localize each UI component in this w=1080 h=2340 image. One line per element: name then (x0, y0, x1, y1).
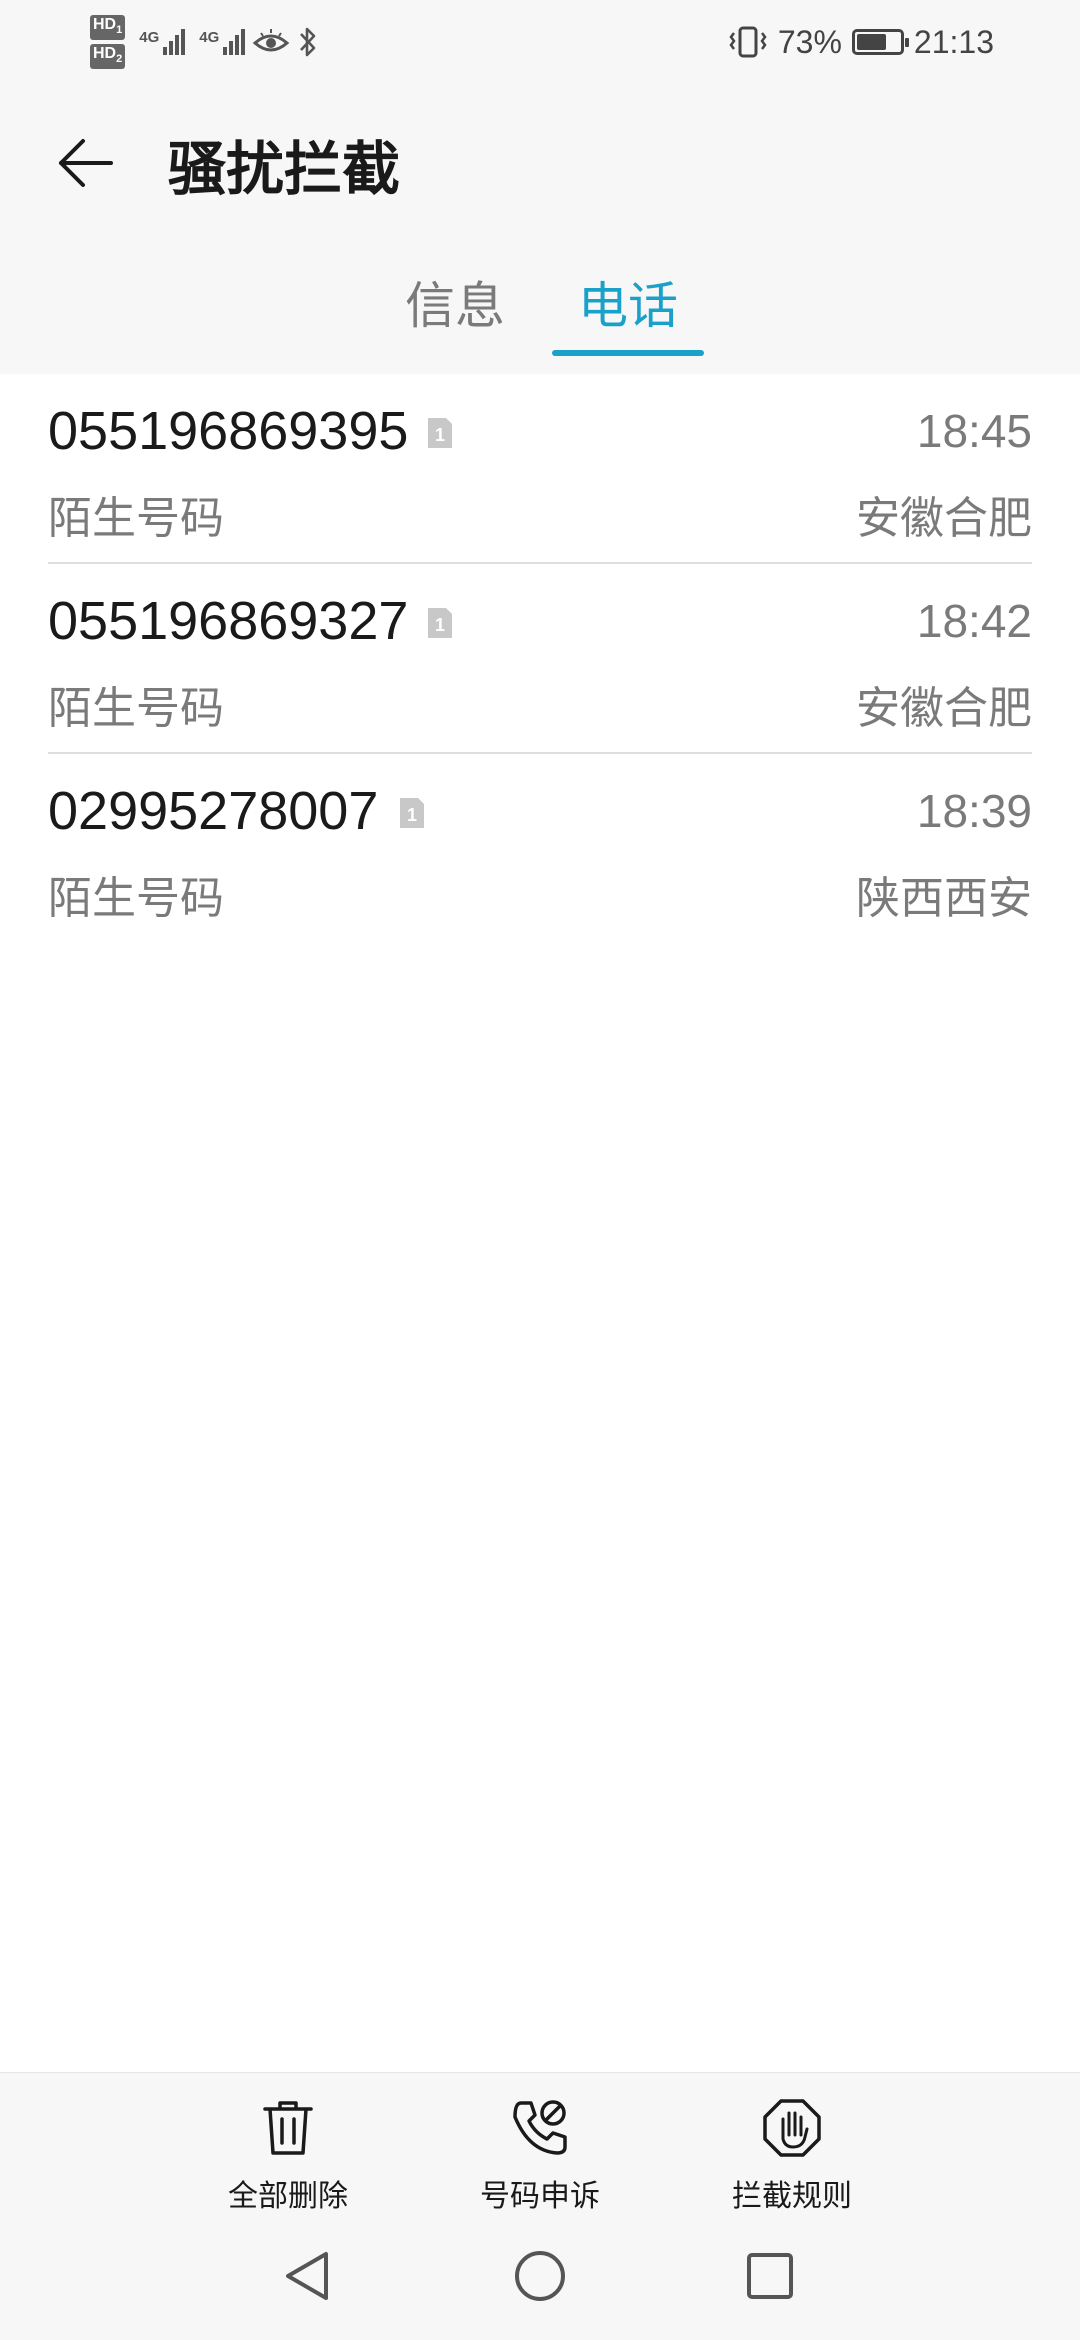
active-tab-indicator (552, 350, 704, 356)
clock: 21:13 (913, 23, 994, 60)
sim-number: 1 (435, 615, 445, 635)
signal-sim1-icon: 4G (139, 29, 186, 55)
caller-label: 陌生号码 (48, 683, 224, 734)
hd-sim1-icon: HD1 (90, 14, 126, 40)
tab-calls[interactable]: 电话 (552, 254, 704, 350)
status-bar: HD1 HD2 4G 4G 73% 21:13 (0, 0, 1080, 84)
nav-back-button[interactable] (272, 2240, 344, 2312)
caller-label: 陌生号码 (48, 493, 224, 544)
number-appeal-label: 号码申诉 (480, 2179, 600, 2214)
status-right: 73% 21:13 (728, 14, 994, 70)
nav-home-button[interactable] (504, 2240, 576, 2312)
square-recents-icon (747, 2253, 793, 2299)
page-title: 骚扰拦截 (168, 135, 401, 203)
call-item[interactable]: 02995278007 1 陌生号码 18:39 陕西西安 (0, 754, 1080, 944)
eye-comfort-icon (253, 29, 290, 52)
sim-card-icon: 1 (428, 608, 452, 638)
block-rules-button[interactable]: 拦截规则 (682, 2095, 902, 2215)
tab-messages[interactable]: 信息 (380, 254, 530, 350)
delete-all-button[interactable]: 全部删除 (178, 2095, 398, 2215)
caller-location: 安徽合肥 (856, 493, 1032, 544)
circle-home-icon (515, 2251, 565, 2301)
block-rules-label: 拦截规则 (732, 2179, 852, 2214)
caller-location: 安徽合肥 (856, 683, 1032, 734)
sim-card-icon: 1 (400, 798, 424, 828)
sim-number: 1 (435, 425, 445, 445)
system-nav-bar (0, 2212, 1080, 2340)
call-item[interactable]: 055196869327 1 陌生号码 18:42 安徽合肥 (0, 564, 1080, 754)
caller-label: 陌生号码 (48, 873, 224, 924)
bottom-toolbar: 全部删除 号码申诉 拦截规则 (0, 2072, 1080, 2215)
call-time: 18:42 (916, 595, 1032, 647)
number-appeal-button[interactable]: 号码申诉 (430, 2095, 650, 2215)
call-time: 18:45 (916, 405, 1032, 457)
phone-number: 02995278007 (48, 781, 379, 841)
call-item[interactable]: 055196869395 1 陌生号码 18:45 安徽合肥 (0, 374, 1080, 564)
triangle-back-icon (286, 2252, 328, 2300)
nav-recents-button[interactable] (734, 2240, 806, 2312)
phone-number: 055196869327 (48, 591, 409, 651)
back-button[interactable] (40, 118, 130, 208)
phone-number: 055196869395 (48, 401, 409, 461)
call-time: 18:39 (916, 785, 1032, 837)
stop-hand-icon (763, 2099, 821, 2157)
arrow-left-icon (59, 139, 113, 187)
caller-location: 陕西西安 (856, 873, 1032, 924)
battery-percent: 73% (777, 23, 842, 60)
trash-icon (263, 2101, 313, 2155)
blocked-calls-list: 055196869395 1 陌生号码 18:45 安徽合肥 055196869… (0, 374, 1080, 944)
header: 骚扰拦截 信息 电话 (0, 84, 1080, 374)
hd-sim2-icon: HD2 (90, 44, 126, 70)
phone-block-icon (513, 2100, 567, 2155)
sim-card-icon: 1 (428, 418, 452, 448)
bluetooth-icon (300, 27, 316, 57)
battery-icon (851, 29, 909, 55)
signal-sim2-icon: 4G (199, 29, 246, 55)
hd-indicators: HD1 HD2 (90, 14, 126, 70)
battery-fill (856, 34, 886, 50)
delete-all-label: 全部删除 (228, 2179, 348, 2214)
status-left: HD1 HD2 4G 4G (90, 12, 319, 72)
sim-number: 1 (407, 805, 417, 825)
tab-bar: 信息 电话 (0, 254, 1080, 364)
vibrate-icon (729, 26, 767, 58)
